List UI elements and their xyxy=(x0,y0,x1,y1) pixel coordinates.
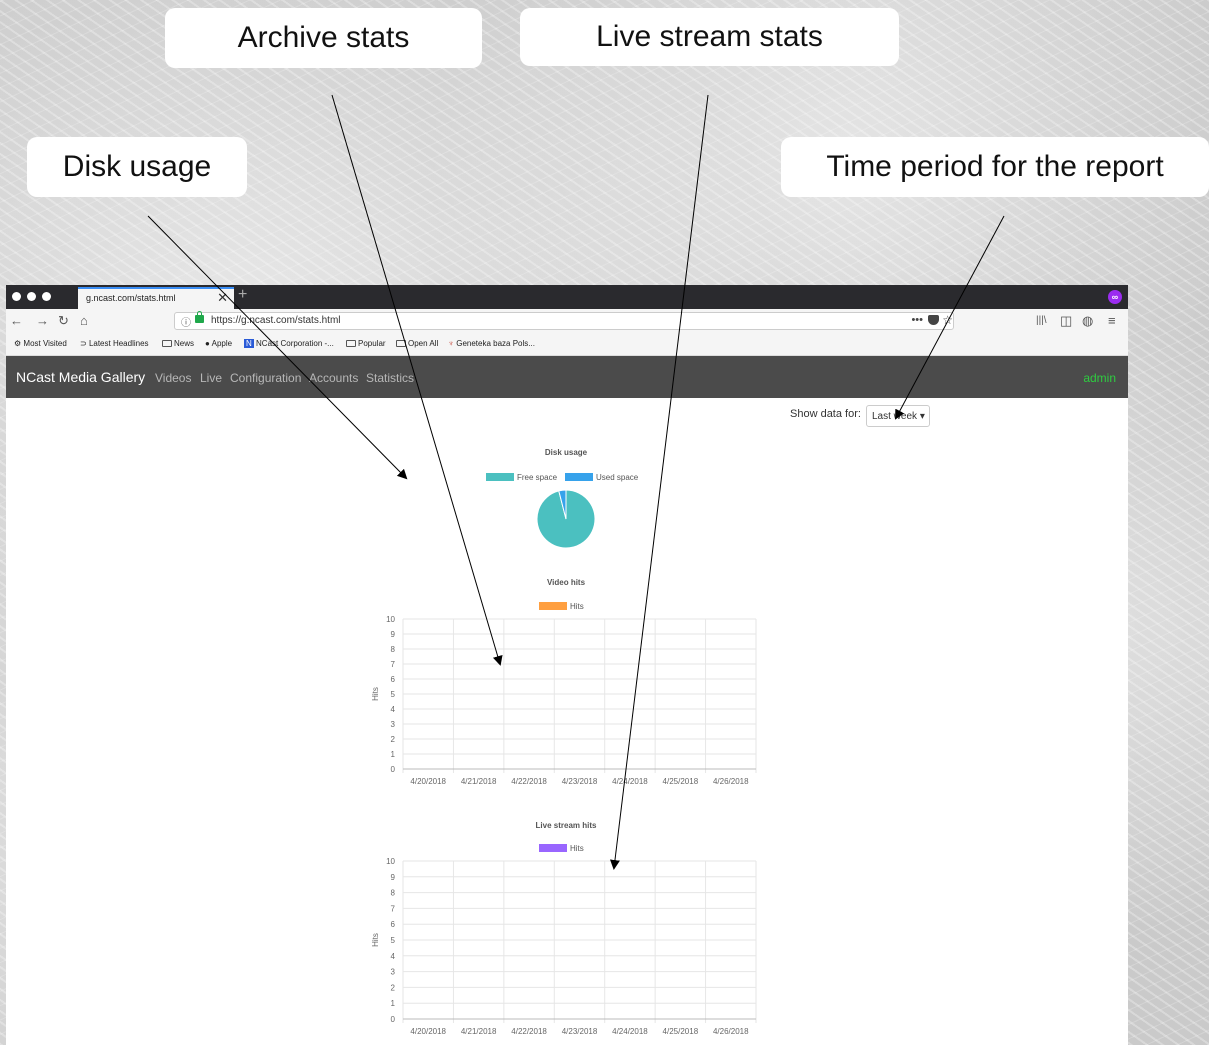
arrow-archive xyxy=(331,94,503,666)
arrow-disk xyxy=(147,215,408,480)
arrow-period xyxy=(895,215,1005,420)
arrow-live xyxy=(610,94,709,870)
annotation-arrows xyxy=(147,94,1005,870)
